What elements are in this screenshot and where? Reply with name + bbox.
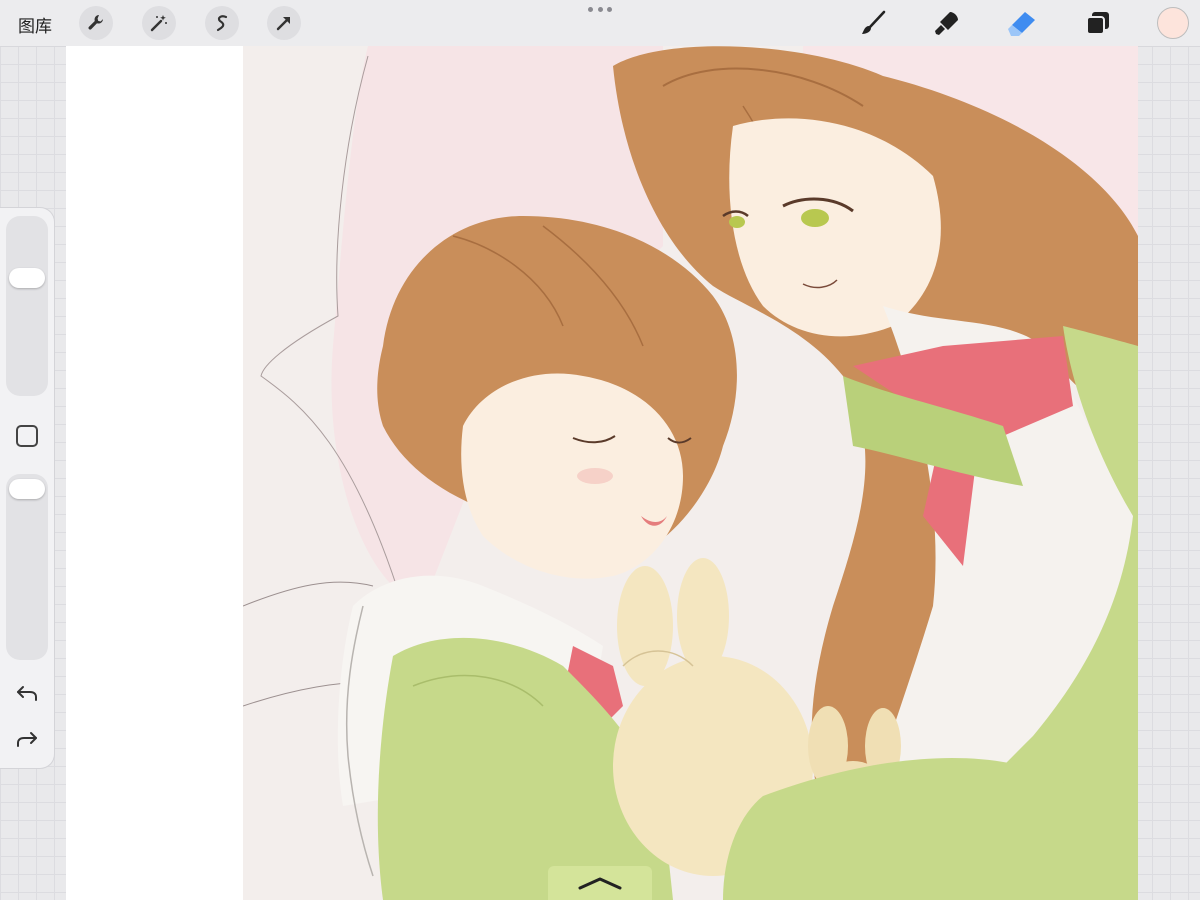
bottom-panel-tab[interactable] — [548, 866, 652, 900]
chevron-up-icon — [578, 877, 622, 890]
canvas-margin — [66, 46, 243, 900]
redo-icon — [17, 732, 37, 747]
modify-button[interactable] — [16, 425, 38, 447]
selection-button[interactable] — [205, 6, 239, 40]
redo-button[interactable] — [13, 728, 41, 752]
top-toolbar: 图库 — [0, 0, 1200, 47]
more-options-icon[interactable] — [588, 4, 612, 14]
actions-button[interactable] — [79, 6, 113, 40]
layers-button[interactable] — [1083, 8, 1113, 38]
brush-size-knob[interactable] — [9, 268, 45, 288]
brush-size-slider[interactable] — [6, 216, 48, 396]
eraser-icon — [1008, 12, 1035, 36]
transform-button[interactable] — [267, 6, 301, 40]
wrench-icon — [88, 15, 103, 30]
smudge-button[interactable] — [932, 8, 962, 38]
undo-button[interactable] — [13, 682, 41, 706]
transform-icon — [276, 17, 290, 31]
opacity-slider[interactable] — [6, 474, 48, 660]
magic-wand-icon — [150, 15, 167, 32]
layers-icon — [1086, 12, 1109, 35]
selection-icon — [216, 15, 228, 32]
undo-icon — [17, 686, 37, 701]
opacity-knob[interactable] — [9, 479, 45, 499]
eraser-button[interactable] — [1007, 8, 1037, 38]
artwork-canvas[interactable] — [243, 46, 1138, 900]
adjustments-button[interactable] — [142, 6, 176, 40]
color-picker-button[interactable] — [1157, 7, 1189, 39]
brush-icon — [862, 10, 886, 34]
brush-button[interactable] — [858, 8, 888, 38]
smudge-icon — [935, 12, 958, 35]
gallery-button[interactable]: 图库 — [18, 12, 52, 37]
left-sidebar — [0, 208, 54, 768]
illustration-image — [243, 46, 1138, 900]
